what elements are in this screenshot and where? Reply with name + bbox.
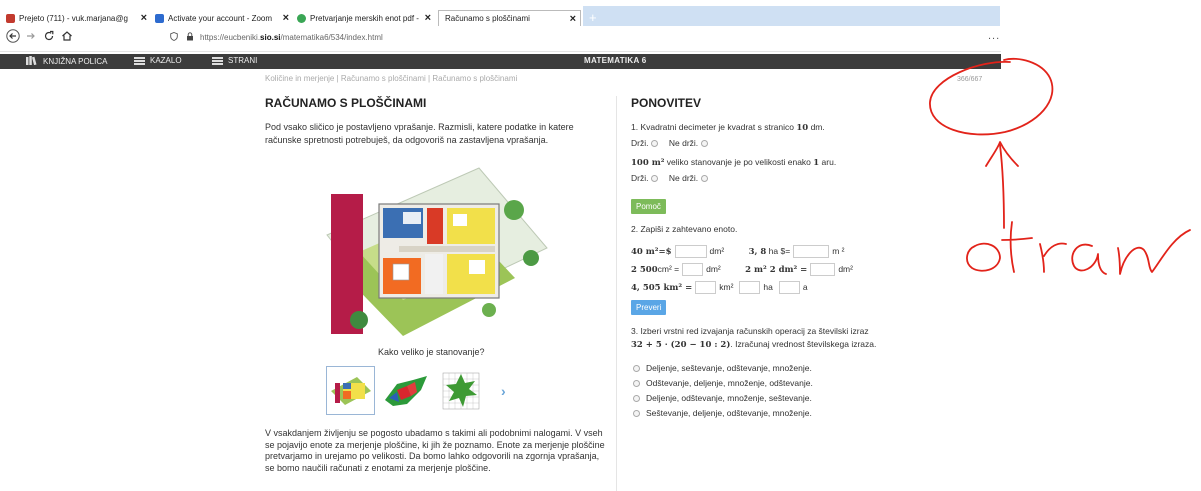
letter-a	[1071, 243, 1107, 275]
circle-mark	[929, 57, 1054, 136]
letter-r	[1039, 242, 1067, 273]
letter-o	[966, 242, 1001, 272]
letter-t	[1001, 221, 1033, 273]
handwritten-annotation	[929, 57, 1191, 275]
letter-n	[1117, 229, 1191, 275]
arrow-shaft	[999, 144, 1005, 229]
